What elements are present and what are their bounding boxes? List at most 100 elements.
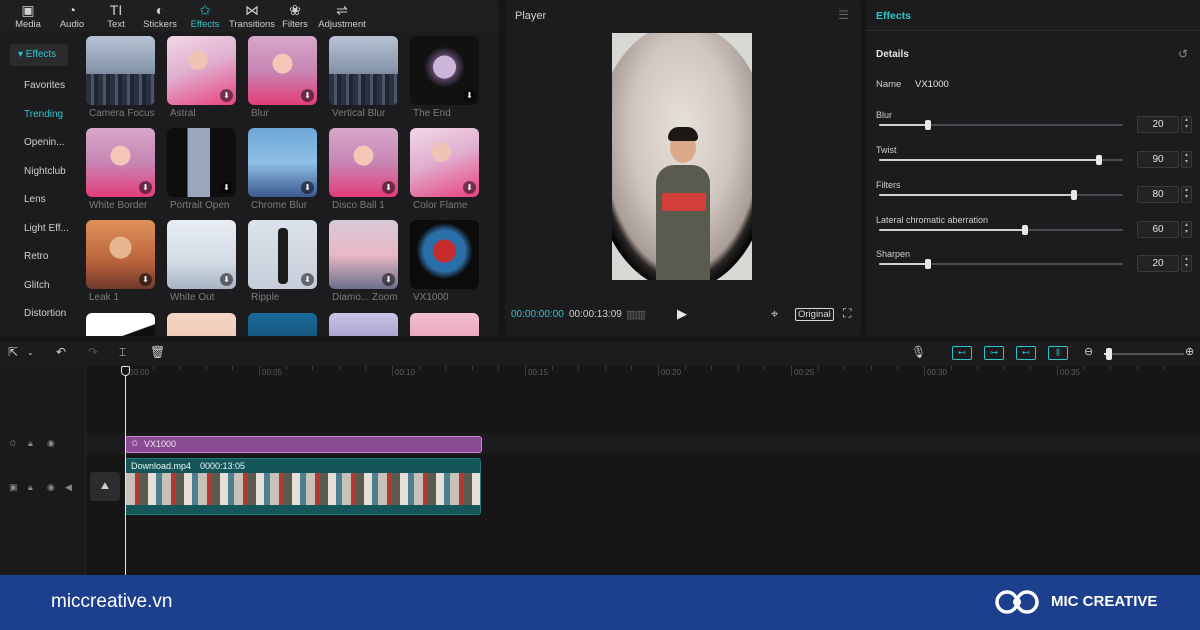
ratio-button[interactable]: Original: [795, 308, 834, 321]
slider-handle[interactable]: [1071, 190, 1078, 200]
tab-stickers[interactable]: ◐ Stickers: [138, 0, 182, 32]
effect-tile[interactable]: [248, 313, 317, 336]
playhead-handle[interactable]: [121, 366, 130, 376]
download-icon[interactable]: ⬇: [382, 273, 395, 286]
download-icon[interactable]: ⬇: [382, 89, 395, 102]
effect-tile[interactable]: [167, 313, 236, 336]
tab-media[interactable]: ▣ Media: [6, 0, 50, 32]
zoom-in-icon[interactable]: ⊕: [1185, 345, 1194, 358]
cover-button[interactable]: ⛰: [90, 472, 120, 501]
effect-tile-white-border[interactable]: ⬇: [86, 128, 155, 197]
download-icon[interactable]: ⬇: [220, 89, 233, 102]
tab-adjustment[interactable]: ⇌ Adjustment: [314, 0, 370, 32]
slider-handle[interactable]: [924, 120, 931, 130]
zoom-slider[interactable]: [1104, 353, 1184, 355]
param-value-input[interactable]: 20: [1137, 116, 1179, 133]
linkage-icon[interactable]: ⊷: [1016, 346, 1036, 360]
sidebar-item-glitch[interactable]: Glitch: [0, 272, 78, 301]
delete-icon[interactable]: 🗑: [150, 345, 165, 359]
effect-tile-portrait-open[interactable]: ⬇: [167, 128, 236, 197]
value-stepper[interactable]: ▴ ▾: [1181, 186, 1192, 203]
param-value-input[interactable]: 20: [1137, 255, 1179, 272]
play-button[interactable]: ▶: [677, 306, 687, 322]
param-slider[interactable]: [879, 225, 1123, 235]
redo-icon[interactable]: ↷: [88, 345, 98, 359]
download-icon[interactable]: ⬇: [301, 181, 314, 194]
auto-snapping-icon[interactable]: ⊶: [984, 346, 1004, 360]
download-icon[interactable]: ⬇: [139, 273, 152, 286]
focus-icon[interactable]: ⌖: [771, 306, 778, 322]
timeline-ruler[interactable]: [86, 366, 1200, 380]
tab-audio[interactable]: ◔ Audio: [50, 0, 94, 32]
tab-filters[interactable]: ❀ Filters: [276, 0, 314, 32]
param-value-input[interactable]: 60: [1137, 221, 1179, 238]
download-icon[interactable]: ⬇: [220, 273, 233, 286]
sidebar-item-trending[interactable]: Trending: [0, 101, 78, 130]
effect-tile-the-end[interactable]: ⬇: [410, 36, 479, 105]
sidebar-item-favorites[interactable]: Favorites: [0, 72, 78, 101]
effect-tile-vx1000[interactable]: [410, 220, 479, 289]
tab-text[interactable]: TI Text: [94, 0, 138, 32]
main-track-magnet-icon[interactable]: ⊷: [952, 346, 972, 360]
lock-icon[interactable]: 🔒︎: [28, 438, 33, 449]
select-tool-icon[interactable]: ⇱: [8, 345, 18, 359]
effect-tile-disco-ball-1[interactable]: ⬇: [329, 128, 398, 197]
video-preview[interactable]: [612, 33, 752, 280]
sidebar-item-nightclub[interactable]: Nightclub: [0, 158, 78, 187]
split-icon[interactable]: ⌶: [119, 345, 126, 360]
effect-tile-blur[interactable]: ⬇: [248, 36, 317, 105]
param-slider[interactable]: [879, 259, 1123, 269]
tab-transitions[interactable]: ⋈ Transitions: [228, 0, 276, 32]
param-slider[interactable]: [879, 190, 1123, 200]
playhead[interactable]: [125, 366, 126, 575]
details-tab-effects[interactable]: Effects: [876, 10, 911, 22]
sidebar-item-lens[interactable]: Lens: [0, 186, 78, 215]
effect-tile-ripple[interactable]: ⬇: [248, 220, 317, 289]
effect-tile-diamond-zoom[interactable]: ⬇: [329, 220, 398, 289]
param-slider[interactable]: [879, 155, 1123, 165]
download-icon[interactable]: ⬇: [301, 273, 314, 286]
effect-clip[interactable]: [125, 436, 482, 453]
effect-tile-astral[interactable]: ⬇: [167, 36, 236, 105]
tab-effects[interactable]: ✩ Effects: [182, 0, 228, 32]
zoom-out-icon[interactable]: ⊖: [1084, 345, 1093, 358]
sidebar-item-retro[interactable]: Retro: [0, 243, 78, 272]
fullscreen-icon[interactable]: ⛶: [843, 306, 851, 321]
effect-tile-vertical-blur[interactable]: ⬇: [329, 36, 398, 105]
preview-axis-icon[interactable]: ⫼: [1048, 346, 1068, 360]
effect-tile-color-flame[interactable]: ⬇: [410, 128, 479, 197]
menu-icon[interactable]: ☰: [838, 8, 849, 22]
download-icon[interactable]: ⬇: [463, 181, 476, 194]
effect-tile-white-out[interactable]: ⬇: [167, 220, 236, 289]
audio-mute-icon[interactable]: ◀: [65, 482, 72, 493]
microphone-icon[interactable]: 🎙: [911, 345, 926, 359]
slider-handle[interactable]: [924, 259, 931, 269]
effect-tile[interactable]: [410, 313, 479, 336]
slider-handle[interactable]: [1095, 155, 1102, 165]
effect-tile-leak-1[interactable]: ⬇: [86, 220, 155, 289]
effect-tile-chrome-blur[interactable]: ⬇: [248, 128, 317, 197]
value-stepper[interactable]: ▴ ▾: [1181, 255, 1192, 272]
download-icon[interactable]: ⬇: [382, 181, 395, 194]
sidebar-item-opening[interactable]: Openin...: [0, 129, 78, 158]
download-icon[interactable]: ⬇: [301, 89, 314, 102]
value-stepper[interactable]: ▴ ▾: [1181, 221, 1192, 238]
value-stepper[interactable]: ▴ ▾: [1181, 116, 1192, 133]
effect-tile[interactable]: [329, 313, 398, 336]
eye-icon[interactable]: ◉: [47, 482, 55, 493]
effect-tile[interactable]: [86, 313, 155, 336]
param-slider[interactable]: [879, 120, 1123, 130]
effect-tile-camera-focus[interactable]: ⬇: [86, 36, 155, 105]
reset-icon[interactable]: ↺: [1178, 47, 1188, 61]
download-icon[interactable]: ⬇: [139, 89, 152, 102]
sidebar-item-distortion[interactable]: Distortion: [0, 300, 78, 329]
sidebar-category-effects[interactable]: ▾ Effects: [10, 44, 68, 66]
sidebar-item-light-effects[interactable]: Light Eff...: [0, 215, 78, 244]
download-icon[interactable]: ⬇: [139, 181, 152, 194]
chevron-down-icon[interactable]: ⌄: [27, 348, 34, 357]
zoom-slider-handle[interactable]: [1106, 348, 1112, 360]
param-value-input[interactable]: 90: [1137, 151, 1179, 168]
lock-icon[interactable]: 🔒︎: [28, 482, 33, 493]
param-value-input[interactable]: 80: [1137, 186, 1179, 203]
value-stepper[interactable]: ▴ ▾: [1181, 151, 1192, 168]
